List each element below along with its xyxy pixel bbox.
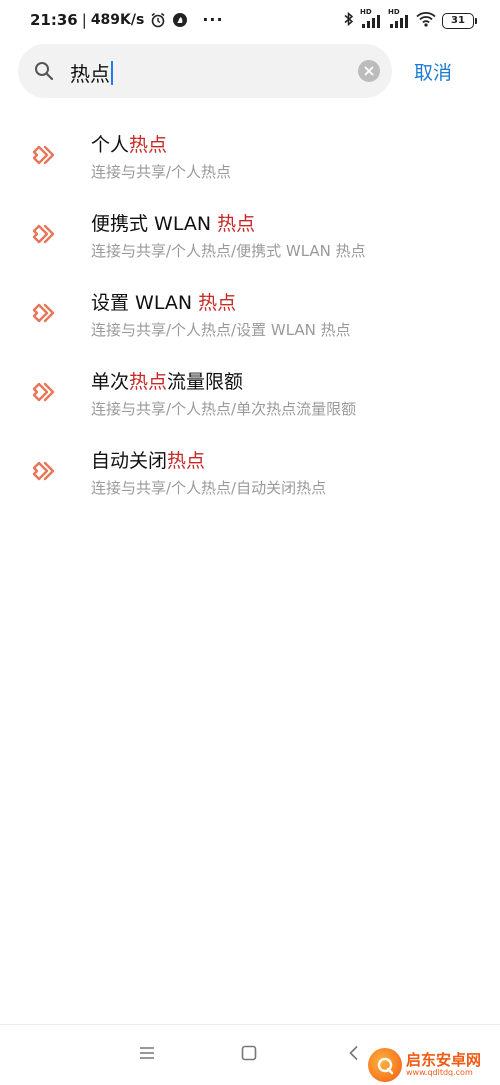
more-notifications-icon: ··· (202, 10, 224, 29)
result-title: 设置 WLAN 热点 (91, 292, 237, 314)
text-caret (111, 60, 113, 85)
search-box[interactable]: 热点 (18, 44, 392, 98)
menu-icon (140, 1047, 154, 1059)
site-watermark: 启东安卓网 www.qdltdq.com (368, 1046, 500, 1084)
status-bar: 21:36 | 489K/s ··· HD HD 31 (0, 0, 500, 44)
watermark-logo-icon (368, 1048, 402, 1082)
network-speed: 489K/s (90, 11, 145, 28)
status-left: 21:36 | 489K/s ··· (30, 10, 224, 29)
hd-label: HD (360, 8, 372, 16)
status-time: 21:36 (30, 10, 78, 29)
watermark-text: 启东安卓网 www.qdltdq.com (406, 1052, 481, 1077)
watermark-url: www.qdltdq.com (406, 1067, 473, 1077)
home-button[interactable] (240, 1045, 258, 1065)
clear-search-button[interactable] (358, 60, 380, 82)
bluetooth-icon (344, 11, 354, 31)
search-icon (34, 61, 54, 85)
result-item-hotspot-data-limit[interactable]: 单次热点流量限额 连接与共享/个人热点/单次热点流量限额 (0, 353, 500, 432)
battery-indicator: 31 (442, 13, 477, 29)
result-item-auto-turn-off-hotspot[interactable]: 自动关闭热点 连接与共享/个人热点/自动关闭热点 (0, 432, 500, 511)
result-title: 便携式 WLAN 热点 (91, 213, 256, 235)
result-item-personal-hotspot[interactable]: 个人热点 连接与共享/个人热点 (0, 116, 500, 195)
settings-link-icon (32, 142, 58, 172)
signal-icon-2: HD (388, 8, 410, 29)
result-path: 连接与共享/个人热点/便携式 WLAN 热点 (91, 242, 366, 260)
back-button[interactable] (346, 1045, 362, 1065)
highlighted-match: 热点 (129, 371, 168, 393)
hd-label: HD (388, 8, 400, 16)
result-title: 单次热点流量限额 (91, 371, 244, 393)
search-query: 热点 (70, 62, 110, 86)
status-right: HD HD 31 (338, 8, 477, 31)
highlighted-match: 热点 (217, 213, 256, 235)
search-results-list: 个人热点 连接与共享/个人热点 便携式 WLAN 热点 连接与共享/个人热点/便… (0, 116, 500, 511)
result-item-portable-wlan-hotspot[interactable]: 便携式 WLAN 热点 连接与共享/个人热点/便携式 WLAN 热点 (0, 195, 500, 274)
settings-link-icon (32, 379, 58, 409)
status-separator: | (81, 10, 87, 29)
settings-link-icon (32, 458, 58, 488)
signal-icon-1: HD (360, 8, 382, 29)
settings-link-icon (32, 221, 58, 251)
wifi-icon (416, 11, 436, 31)
app-notification-icon (172, 12, 188, 28)
search-input[interactable]: 热点 (70, 58, 113, 87)
result-path: 连接与共享/个人热点/设置 WLAN 热点 (91, 321, 351, 339)
result-path: 连接与共享/个人热点/单次热点流量限额 (91, 400, 357, 418)
cancel-button[interactable]: 取消 (414, 58, 452, 85)
highlighted-match: 热点 (198, 292, 237, 314)
watermark-name: 启东安卓网 (406, 1051, 482, 1070)
alarm-icon (150, 12, 166, 28)
back-icon (349, 1045, 358, 1061)
settings-link-icon (32, 300, 58, 330)
highlighted-match: 热点 (129, 134, 168, 156)
highlighted-match: 热点 (167, 450, 206, 472)
result-title: 自动关闭热点 (91, 450, 206, 472)
result-title: 个人热点 (91, 134, 168, 156)
home-icon (241, 1045, 257, 1061)
result-path: 连接与共享/个人热点 (91, 163, 232, 181)
result-item-setup-wlan-hotspot[interactable]: 设置 WLAN 热点 连接与共享/个人热点/设置 WLAN 热点 (0, 274, 500, 353)
menu-button[interactable] (138, 1045, 156, 1065)
result-path: 连接与共享/个人热点/自动关闭热点 (91, 479, 327, 497)
close-icon (364, 66, 374, 76)
